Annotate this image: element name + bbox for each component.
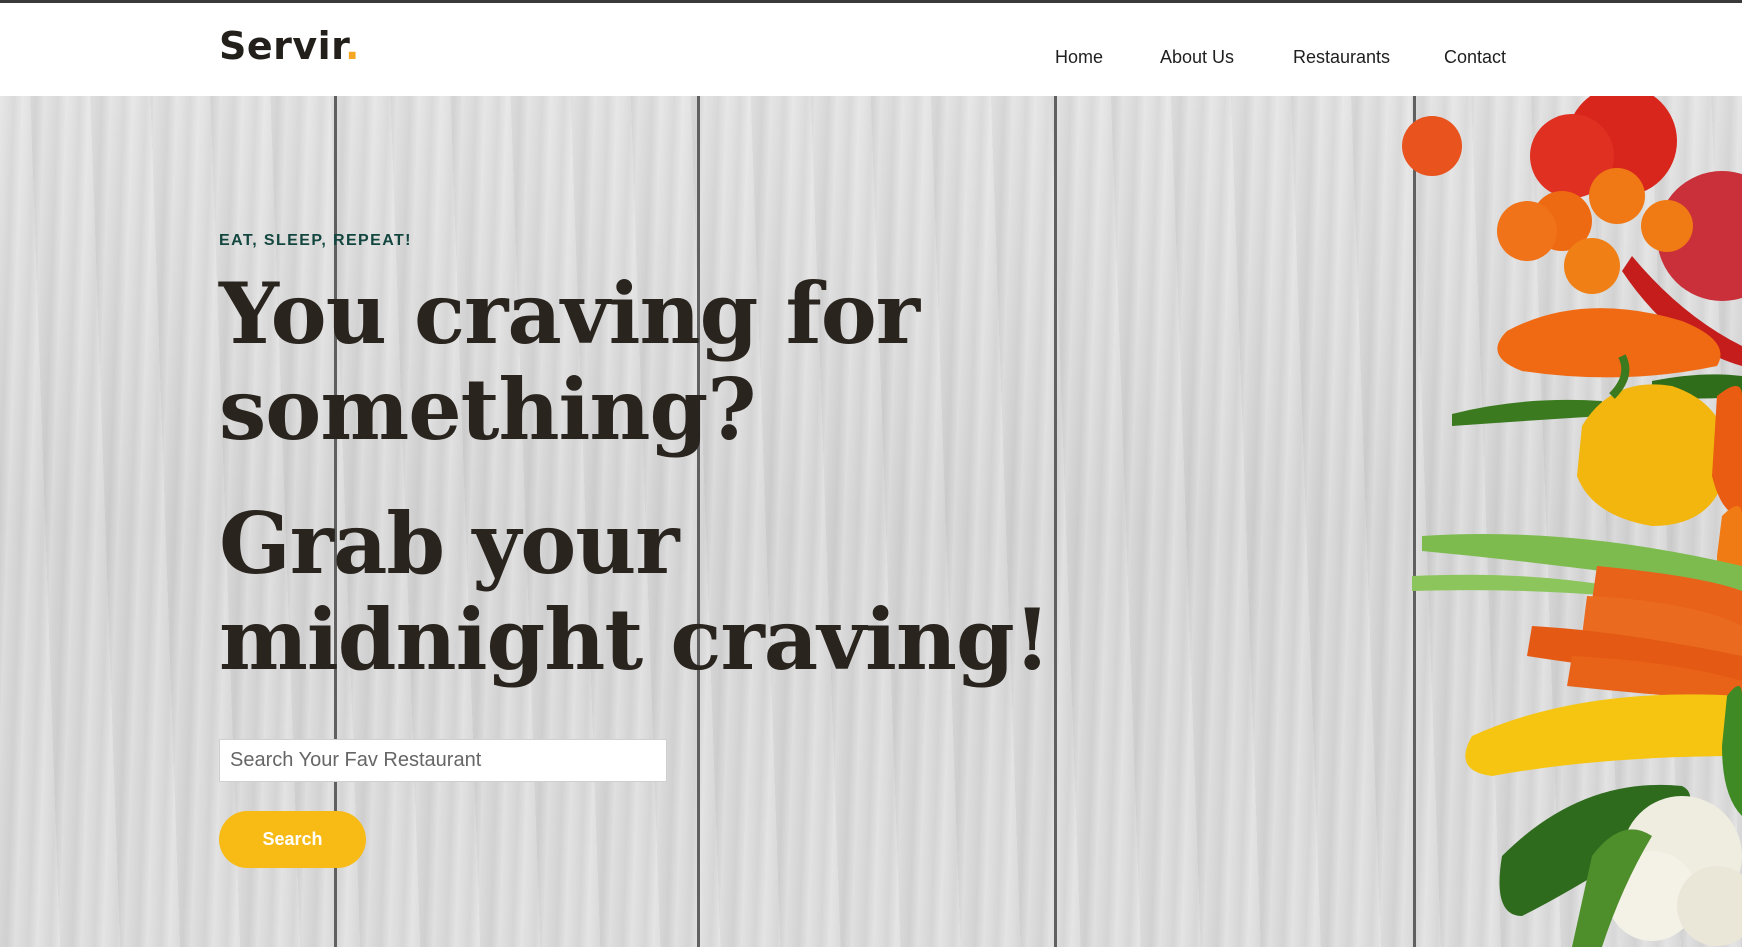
search-button[interactable]: Search [219,811,366,868]
hero-section: EAT, SLEEP, REPEAT! You craving for some… [0,96,1742,947]
hero-tagline: EAT, SLEEP, REPEAT! [219,232,412,249]
nav-about-link[interactable]: About Us [1160,42,1234,72]
nav-contact-link[interactable]: Contact [1444,42,1506,72]
hero-headline-secondary: Grab your midnight craving! [219,494,1051,689]
nav-restaurants-link[interactable]: Restaurants [1293,42,1390,72]
hero-headline-primary: You craving for something? [219,264,920,459]
navbar: Servir. Home About Us Restaurants Contac… [0,3,1742,96]
vegetables-image [1402,96,1742,947]
nav-home-link[interactable]: Home [1055,42,1103,72]
main-nav: Home About Us Restaurants Contact [0,42,1742,72]
restaurant-search-input[interactable] [219,739,667,782]
